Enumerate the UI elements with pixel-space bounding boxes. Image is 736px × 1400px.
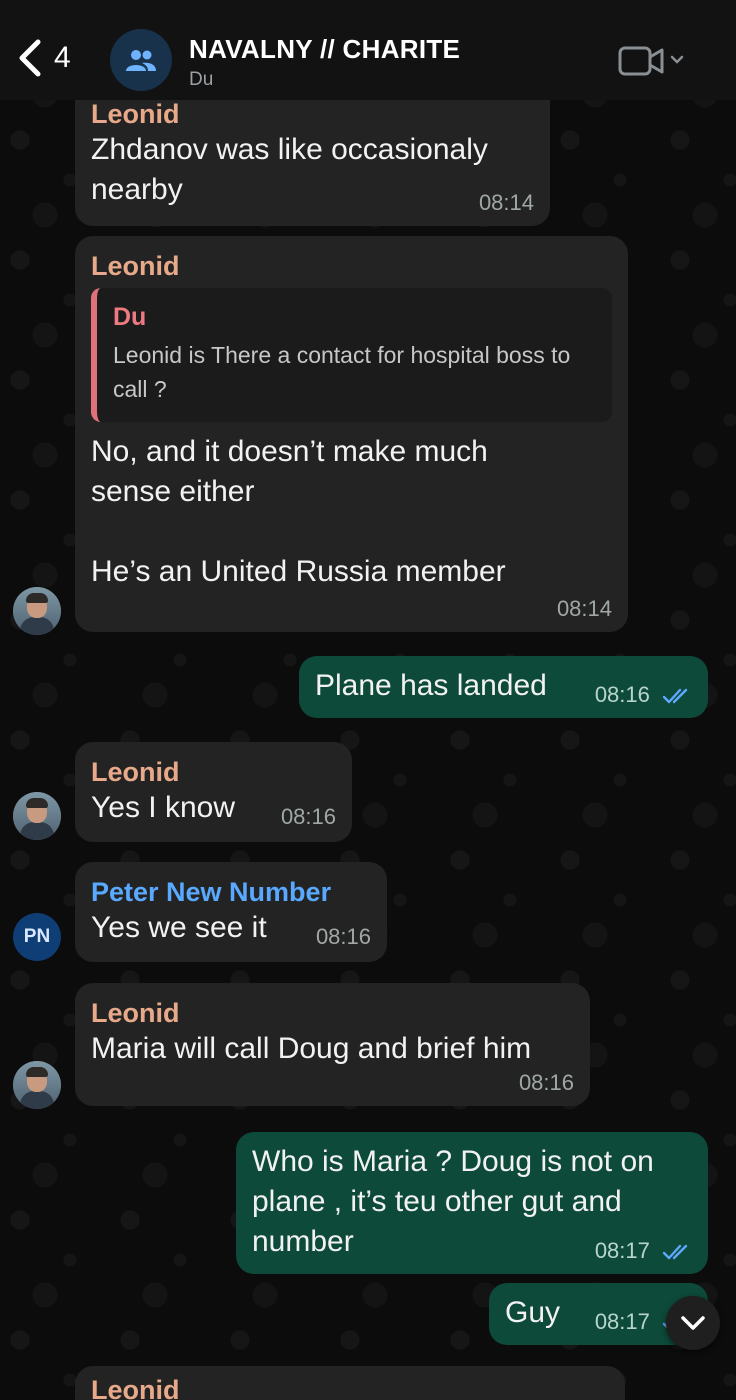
group-avatar[interactable] (110, 29, 172, 91)
chat-title: NAVALNY // CHARITE (189, 34, 461, 64)
chat-header: 4 NAVALNY // CHARITE Du (0, 0, 736, 100)
chat-subtitle: Du (189, 69, 214, 90)
avatar[interactable]: PN (13, 913, 61, 961)
quote-text: Leonid is There a contact for hospital b… (113, 342, 571, 402)
message-time: 08:16 (280, 804, 336, 829)
double-check-icon (662, 1244, 688, 1260)
sender-name: Peter New Number (91, 877, 332, 907)
message-bubble[interactable]: Leonid Maria will call Doug and brief hi… (75, 983, 590, 1106)
avatar[interactable] (13, 1061, 61, 1109)
message-time: 08:14 (478, 190, 534, 215)
chevron-left-icon (19, 39, 41, 77)
message-time: 08:16 (315, 924, 371, 949)
avatar[interactable] (13, 792, 61, 840)
video-call-button[interactable] (618, 43, 688, 79)
time-label: 08:17 (594, 1238, 650, 1263)
sender-name: Leonid (91, 998, 180, 1028)
chat-title-area[interactable]: NAVALNY // CHARITE Du (189, 34, 460, 91)
sender-name: Leonid (91, 757, 180, 787)
message-bubble[interactable]: Leonid Du Leonid is There a contact for … (75, 236, 628, 632)
message-bubble[interactable]: Who is Maria ? Doug is not on plane , it… (236, 1132, 708, 1274)
sender-name: Leonid (91, 1375, 180, 1400)
message-bubble[interactable]: Peter New Number Yes we see it 08:16 (75, 862, 387, 962)
message-bubble[interactable]: Plane has landed 08:16 (299, 656, 708, 718)
scroll-to-bottom-button[interactable] (666, 1296, 720, 1350)
quote-sender: Du (113, 303, 147, 331)
message-bubble[interactable]: Leonid Yes I know 08:16 (75, 742, 352, 842)
unread-count: 4 (54, 41, 71, 74)
time-label: 08:17 (594, 1309, 650, 1334)
message-time: 08:14 (556, 596, 612, 621)
message-bubble[interactable]: Leonid Zhdanov was like occasionaly near… (75, 78, 550, 226)
time-label: 08:16 (594, 682, 650, 707)
message-time: 08:17 (595, 1238, 694, 1264)
message-bubble[interactable]: Leonid (75, 1366, 625, 1400)
chevron-down-icon (681, 1316, 705, 1330)
message-text: Maria will call Doug and brief him (91, 1032, 532, 1065)
message-time: 08:16 (518, 1070, 574, 1095)
double-check-icon (662, 688, 688, 704)
video-camera-icon (618, 46, 684, 76)
message-text: No, and it doesn’t make much sense eithe… (91, 435, 506, 588)
group-people-icon (126, 50, 156, 71)
avatar[interactable] (13, 587, 61, 635)
sender-name: Leonid (91, 99, 180, 129)
quoted-reply[interactable]: Du Leonid is There a contact for hospita… (91, 288, 612, 422)
sender-name: Leonid (91, 251, 180, 281)
message-text: Zhdanov was like occasionaly nearby (91, 133, 488, 206)
message-time: 08:16 (595, 682, 694, 708)
back-button[interactable]: 4 (16, 36, 86, 80)
